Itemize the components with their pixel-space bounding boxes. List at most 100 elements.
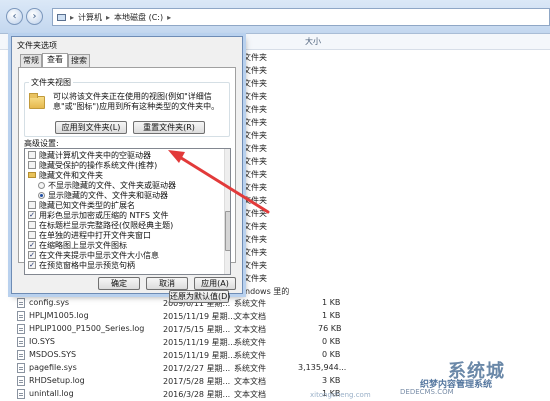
tab-search[interactable]: 搜索 bbox=[68, 54, 90, 67]
setting-hide-empty-drives[interactable]: 隐藏计算机文件夹中的空驱动器 bbox=[28, 150, 151, 160]
file-row[interactable]: HPLJM1005.log 2015/11/19 星期... 文本文档 1 KB bbox=[0, 310, 550, 323]
file-date: 2015/11/19 星期... bbox=[163, 351, 236, 360]
tab-general[interactable]: 常规 bbox=[20, 54, 42, 67]
file-icon bbox=[17, 298, 25, 308]
file-size: 1 KB bbox=[322, 298, 341, 307]
file-icon bbox=[17, 389, 25, 399]
checkbox[interactable] bbox=[28, 231, 36, 239]
type-fragment: 文件夹 bbox=[243, 248, 267, 257]
setting-hide-extensions[interactable]: 隐藏已知文件类型的扩展名 bbox=[28, 200, 135, 210]
folder-view-group: 可以将该文件夹正在使用的视图(例如"详细信息"或"图标")应用到所有这种类型的文… bbox=[24, 82, 230, 137]
setting-hidden-files-group: 隐藏文件和文件夹 bbox=[28, 170, 103, 180]
file-name: pagefile.sys bbox=[29, 363, 77, 372]
setting-label: 在预览窗格中显示预览句柄 bbox=[39, 260, 135, 270]
ok-button[interactable]: 确定 bbox=[98, 277, 140, 290]
file-icon bbox=[17, 311, 25, 321]
checkbox-checked[interactable]: ✓ bbox=[28, 211, 36, 219]
checkbox[interactable] bbox=[28, 201, 36, 209]
type-column-fragments: 文件夹 文件夹 文件夹 文件夹 文件夹 文件夹 文件夹 文件夹 文件夹 文件夹 … bbox=[243, 52, 283, 292]
breadcrumb-separator: ▸ bbox=[167, 12, 172, 22]
apply-to-folders-button[interactable]: 应用到文件夹(L) bbox=[55, 121, 127, 134]
type-fragment: 文件夹 bbox=[243, 261, 267, 270]
file-icon bbox=[17, 350, 25, 360]
checkbox-checked[interactable]: ✓ bbox=[28, 241, 36, 249]
file-type: 文本文档 bbox=[234, 390, 266, 399]
checkbox[interactable] bbox=[28, 221, 36, 229]
file-name: HPLIP1000_P1500_Series.log bbox=[29, 324, 145, 333]
type-fragment: 文件夹 bbox=[243, 183, 267, 192]
file-name: unintall.log bbox=[29, 389, 74, 398]
file-name: RHDSetup.log bbox=[29, 376, 85, 385]
type-fragment: 文件夹 bbox=[243, 131, 267, 140]
description-fragment: ndows 里的 bbox=[245, 287, 290, 296]
file-type: 文本文档 bbox=[234, 377, 266, 386]
view-tab-panel: 可以将该文件夹正在使用的视图(例如"详细信息"或"图标")应用到所有这种类型的文… bbox=[18, 67, 236, 303]
file-row[interactable]: config.sys 2009/6/11 星期... 系统文件 1 KB bbox=[0, 297, 550, 310]
folder-icon bbox=[29, 93, 45, 109]
checkbox-checked[interactable]: ✓ bbox=[28, 251, 36, 259]
file-date: 2016/3/28 星期... bbox=[163, 390, 231, 399]
file-date: 2015/11/19 星期... bbox=[163, 338, 236, 347]
setting-color-ntfs[interactable]: ✓ 用彩色显示加密或压缩的 NTFS 文件 bbox=[28, 210, 169, 220]
file-date: 2015/11/19 星期... bbox=[163, 312, 236, 321]
file-type: 系统文件 bbox=[234, 338, 266, 347]
setting-full-path-title[interactable]: 在标题栏显示完整路径(仅限经典主题) bbox=[28, 220, 173, 230]
breadcrumb-local-disk[interactable]: 本地磁盘 (C:) bbox=[114, 12, 163, 23]
address-bar[interactable]: ▸ 计算机 ▸ 本地磁盘 (C:) ▸ bbox=[52, 8, 550, 26]
file-size: 0 KB bbox=[322, 350, 341, 359]
list-scrollbar[interactable] bbox=[224, 149, 230, 274]
setting-show-hidden[interactable]: 显示隐藏的文件、文件夹和驱动器 bbox=[38, 190, 168, 200]
checkbox[interactable] bbox=[28, 151, 36, 159]
setting-dont-show-hidden[interactable]: 不显示隐藏的文件、文件夹或驱动器 bbox=[38, 180, 176, 190]
type-fragment: 文件夹 bbox=[243, 235, 267, 244]
column-size[interactable]: 大小 bbox=[305, 36, 321, 47]
back-button[interactable]: ‹ bbox=[6, 8, 23, 25]
restore-defaults-button[interactable]: 还原为默认值(D) bbox=[169, 290, 230, 303]
type-fragment: 文件夹 bbox=[243, 274, 267, 283]
setting-thumbnail-icons[interactable]: ✓ 在缩略图上显示文件图标 bbox=[28, 240, 127, 250]
file-size: 1 KB bbox=[322, 311, 341, 320]
explorer-toolbar: ‹ › ▸ 计算机 ▸ 本地磁盘 (C:) ▸ bbox=[0, 0, 550, 34]
type-fragment: 文件夹 bbox=[243, 53, 267, 62]
setting-file-size-tips[interactable]: ✓ 在文件夹提示中显示文件大小信息 bbox=[28, 250, 159, 260]
file-icon bbox=[17, 376, 25, 386]
type-fragment: 文件夹 bbox=[243, 209, 267, 218]
setting-separate-process[interactable]: 在单独的进程中打开文件夹窗口 bbox=[28, 230, 151, 240]
type-fragment: 文件夹 bbox=[243, 222, 267, 231]
file-name: config.sys bbox=[29, 298, 70, 307]
file-name: IO.SYS bbox=[29, 337, 55, 346]
file-row[interactable]: IO.SYS 2015/11/19 星期... 系统文件 0 KB bbox=[0, 336, 550, 349]
radio-button[interactable] bbox=[38, 181, 45, 189]
watermark-url-secondary: xitongcheng.com bbox=[310, 391, 371, 399]
tab-view[interactable]: 查看 bbox=[42, 53, 68, 68]
file-row[interactable]: HPLIP1000_P1500_Series.log 2017/5/15 星期.… bbox=[0, 323, 550, 336]
radio-button-selected[interactable] bbox=[38, 191, 45, 199]
setting-hide-protected-os-files[interactable]: 隐藏受保护的操作系统文件(推荐) bbox=[28, 160, 157, 170]
type-fragment: 文件夹 bbox=[243, 66, 267, 75]
type-fragment: 文件夹 bbox=[243, 118, 267, 127]
apply-button[interactable]: 应用(A) bbox=[194, 277, 236, 290]
file-size: 0 KB bbox=[322, 337, 341, 346]
breadcrumb-computer[interactable]: 计算机 bbox=[78, 12, 102, 23]
reset-folders-button[interactable]: 重置文件夹(R) bbox=[133, 121, 205, 134]
type-fragment: 文件夹 bbox=[243, 79, 267, 88]
computer-icon bbox=[57, 13, 66, 21]
advanced-settings-list[interactable]: 隐藏计算机文件夹中的空驱动器 隐藏受保护的操作系统文件(推荐) 隐藏文件和文件夹… bbox=[24, 148, 231, 275]
file-type: 文本文档 bbox=[234, 312, 266, 321]
file-name: MSDOS.SYS bbox=[29, 350, 77, 359]
type-fragment: 文件夹 bbox=[243, 170, 267, 179]
file-date: 2017/2/27 星期... bbox=[163, 364, 231, 373]
checkbox[interactable] bbox=[28, 161, 36, 169]
file-name: HPLJM1005.log bbox=[29, 311, 89, 320]
file-size: 76 KB bbox=[318, 324, 342, 333]
scrollbar-thumb[interactable] bbox=[225, 211, 230, 251]
folder-view-group-label: 文件夹视图 bbox=[29, 77, 73, 88]
file-icon bbox=[17, 363, 25, 373]
cancel-button[interactable]: 取消 bbox=[146, 277, 188, 290]
file-date: 2017/5/15 星期... bbox=[163, 325, 231, 334]
file-date: 2017/5/28 星期... bbox=[163, 377, 231, 386]
setting-preview-handlers[interactable]: ✓ 在预览窗格中显示预览句柄 bbox=[28, 260, 135, 270]
forward-button[interactable]: › bbox=[26, 8, 43, 25]
file-type: 系统文件 bbox=[234, 351, 266, 360]
checkbox-checked[interactable]: ✓ bbox=[28, 261, 36, 269]
